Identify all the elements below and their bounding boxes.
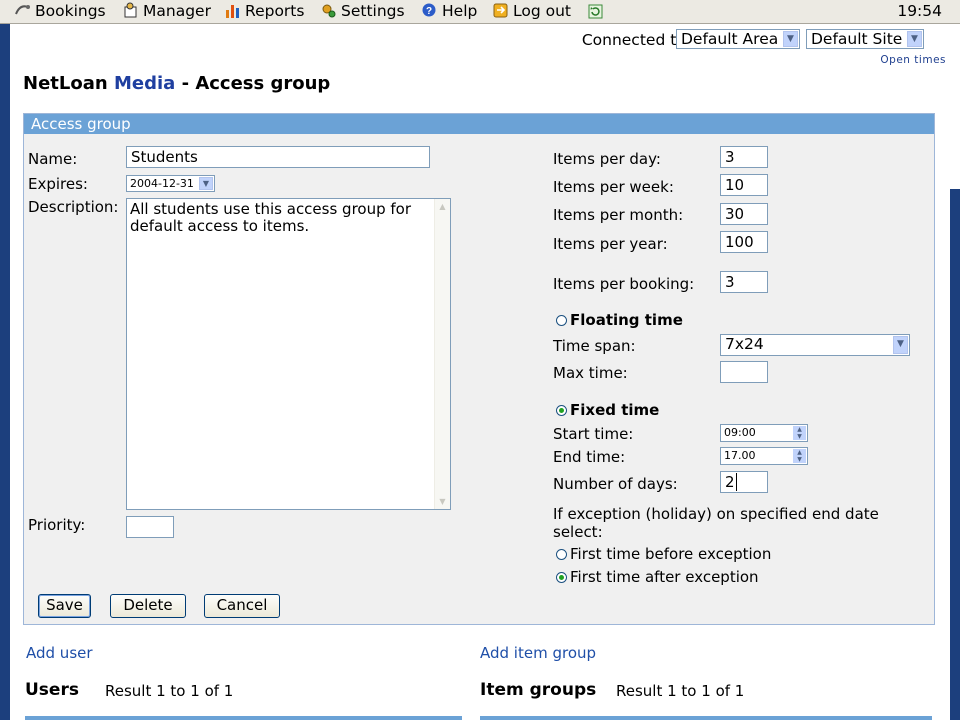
spin-up-icon[interactable]: ▲ <box>793 449 806 456</box>
reports-icon <box>224 2 241 19</box>
clock: 19:54 <box>897 2 942 20</box>
cancel-button[interactable]: Cancel <box>204 594 280 618</box>
time-span-label: Time span: <box>553 337 636 355</box>
start-time-spinner[interactable]: 09:00 ▲ ▼ <box>720 424 808 442</box>
refresh-icon <box>588 3 605 20</box>
items-per-week-label: Items per week: <box>553 178 674 196</box>
item-groups-table-header <box>480 716 932 720</box>
area-select[interactable]: Default Area ▼ <box>676 29 800 49</box>
time-span-select[interactable]: 7x24 ▼ <box>720 334 910 356</box>
help-icon: ? <box>421 2 438 19</box>
logout-icon <box>492 2 509 19</box>
items-per-booking-input[interactable]: 3 <box>720 271 768 293</box>
expires-label: Expires: <box>28 175 88 193</box>
page-edge <box>950 24 960 189</box>
text-cursor <box>735 473 737 491</box>
items-per-day-input[interactable]: 3 <box>720 146 768 168</box>
priority-label: Priority: <box>28 516 86 534</box>
fixed-time-option[interactable]: Fixed time <box>556 401 659 419</box>
chevron-down-icon: ▼ <box>893 336 908 354</box>
fixed-time-radio[interactable] <box>556 405 567 416</box>
description-scrollbar[interactable]: ▲ ▼ <box>434 199 450 509</box>
name-input[interactable]: Students <box>126 146 430 168</box>
spin-down-icon[interactable]: ▼ <box>793 433 806 440</box>
menu-bar: Bookings Manager Reports Settings ? Help… <box>0 0 960 24</box>
menu-logout[interactable]: Log out <box>492 0 571 23</box>
exception-after-radio[interactable] <box>556 572 567 583</box>
manager-icon <box>122 2 139 19</box>
chevron-down-icon: ▼ <box>783 31 798 47</box>
site-select[interactable]: Default Site ▼ <box>806 29 924 49</box>
save-button[interactable]: Save <box>38 594 91 618</box>
users-title: Users <box>25 680 79 700</box>
exception-before-option[interactable]: First time before exception <box>556 545 771 563</box>
connected-to-label: Connected to: <box>581 31 691 49</box>
items-per-booking-label: Items per booking: <box>553 275 695 293</box>
menu-bookings[interactable]: Bookings <box>14 0 106 23</box>
spin-up-icon[interactable]: ▲ <box>793 426 806 433</box>
description-textarea[interactable]: All students use this access group for d… <box>126 198 451 510</box>
description-label: Description: <box>28 198 119 216</box>
priority-input[interactable] <box>126 516 174 538</box>
floating-time-option[interactable]: Floating time <box>556 311 683 329</box>
bookings-icon <box>14 2 31 19</box>
menu-reports[interactable]: Reports <box>224 0 304 23</box>
end-time-label: End time: <box>553 448 626 466</box>
item-groups-result: Result 1 to 1 of 1 <box>616 682 745 700</box>
items-per-year-input[interactable]: 100 <box>720 231 768 253</box>
menu-help[interactable]: ? Help <box>421 0 477 23</box>
name-label: Name: <box>28 150 78 168</box>
items-per-day-label: Items per day: <box>553 150 661 168</box>
expires-select[interactable]: 2004-12-31 ▼ <box>126 175 215 192</box>
days-label: Number of days: <box>553 475 678 493</box>
exception-before-radio[interactable] <box>556 549 567 560</box>
menu-settings[interactable]: Settings <box>320 0 405 23</box>
item-groups-title: Item groups <box>480 680 597 700</box>
scroll-down-icon[interactable]: ▼ <box>435 494 450 509</box>
spinner-buttons[interactable]: ▲ ▼ <box>793 449 806 463</box>
page: Connected to: Default Area ▼ Default Sit… <box>10 24 960 720</box>
panel-header: Access group <box>24 114 934 134</box>
floating-time-radio[interactable] <box>556 315 567 326</box>
users-table-header <box>25 716 462 720</box>
connection-bar: Connected to: Default Area ▼ Default Sit… <box>564 27 944 51</box>
spin-down-icon[interactable]: ▼ <box>793 456 806 463</box>
svg-text:?: ? <box>426 6 432 17</box>
delete-button[interactable]: Delete <box>110 594 186 618</box>
add-user-link[interactable]: Add user <box>26 644 93 662</box>
items-per-week-input[interactable]: 10 <box>720 174 768 196</box>
scroll-up-icon[interactable]: ▲ <box>435 199 450 214</box>
settings-icon <box>320 2 337 19</box>
exception-after-option[interactable]: First time after exception <box>556 568 759 586</box>
start-time-label: Start time: <box>553 425 634 443</box>
items-per-year-label: Items per year: <box>553 235 668 253</box>
days-input[interactable]: 2 <box>720 471 768 493</box>
chevron-down-icon: ▼ <box>907 31 922 47</box>
items-per-month-input[interactable]: 30 <box>720 203 768 225</box>
end-time-spinner[interactable]: 17.00 ▲ ▼ <box>720 447 808 465</box>
add-item-group-link[interactable]: Add item group <box>480 644 596 662</box>
menu-manager[interactable]: Manager <box>122 0 211 23</box>
open-times-link[interactable]: Open times <box>880 54 946 66</box>
max-time-label: Max time: <box>553 364 628 382</box>
items-per-month-label: Items per month: <box>553 206 684 224</box>
chevron-down-icon: ▼ <box>199 177 213 190</box>
max-time-input[interactable] <box>720 361 768 383</box>
exception-label: If exception (holiday) on specified end … <box>553 505 879 541</box>
access-group-panel: Access group Name: Students Expires: 200… <box>23 113 935 625</box>
menu-refresh[interactable] <box>588 0 609 23</box>
users-result: Result 1 to 1 of 1 <box>105 682 234 700</box>
page-title: NetLoan Media - Access group <box>23 73 331 94</box>
spinner-buttons[interactable]: ▲ ▼ <box>793 426 806 440</box>
